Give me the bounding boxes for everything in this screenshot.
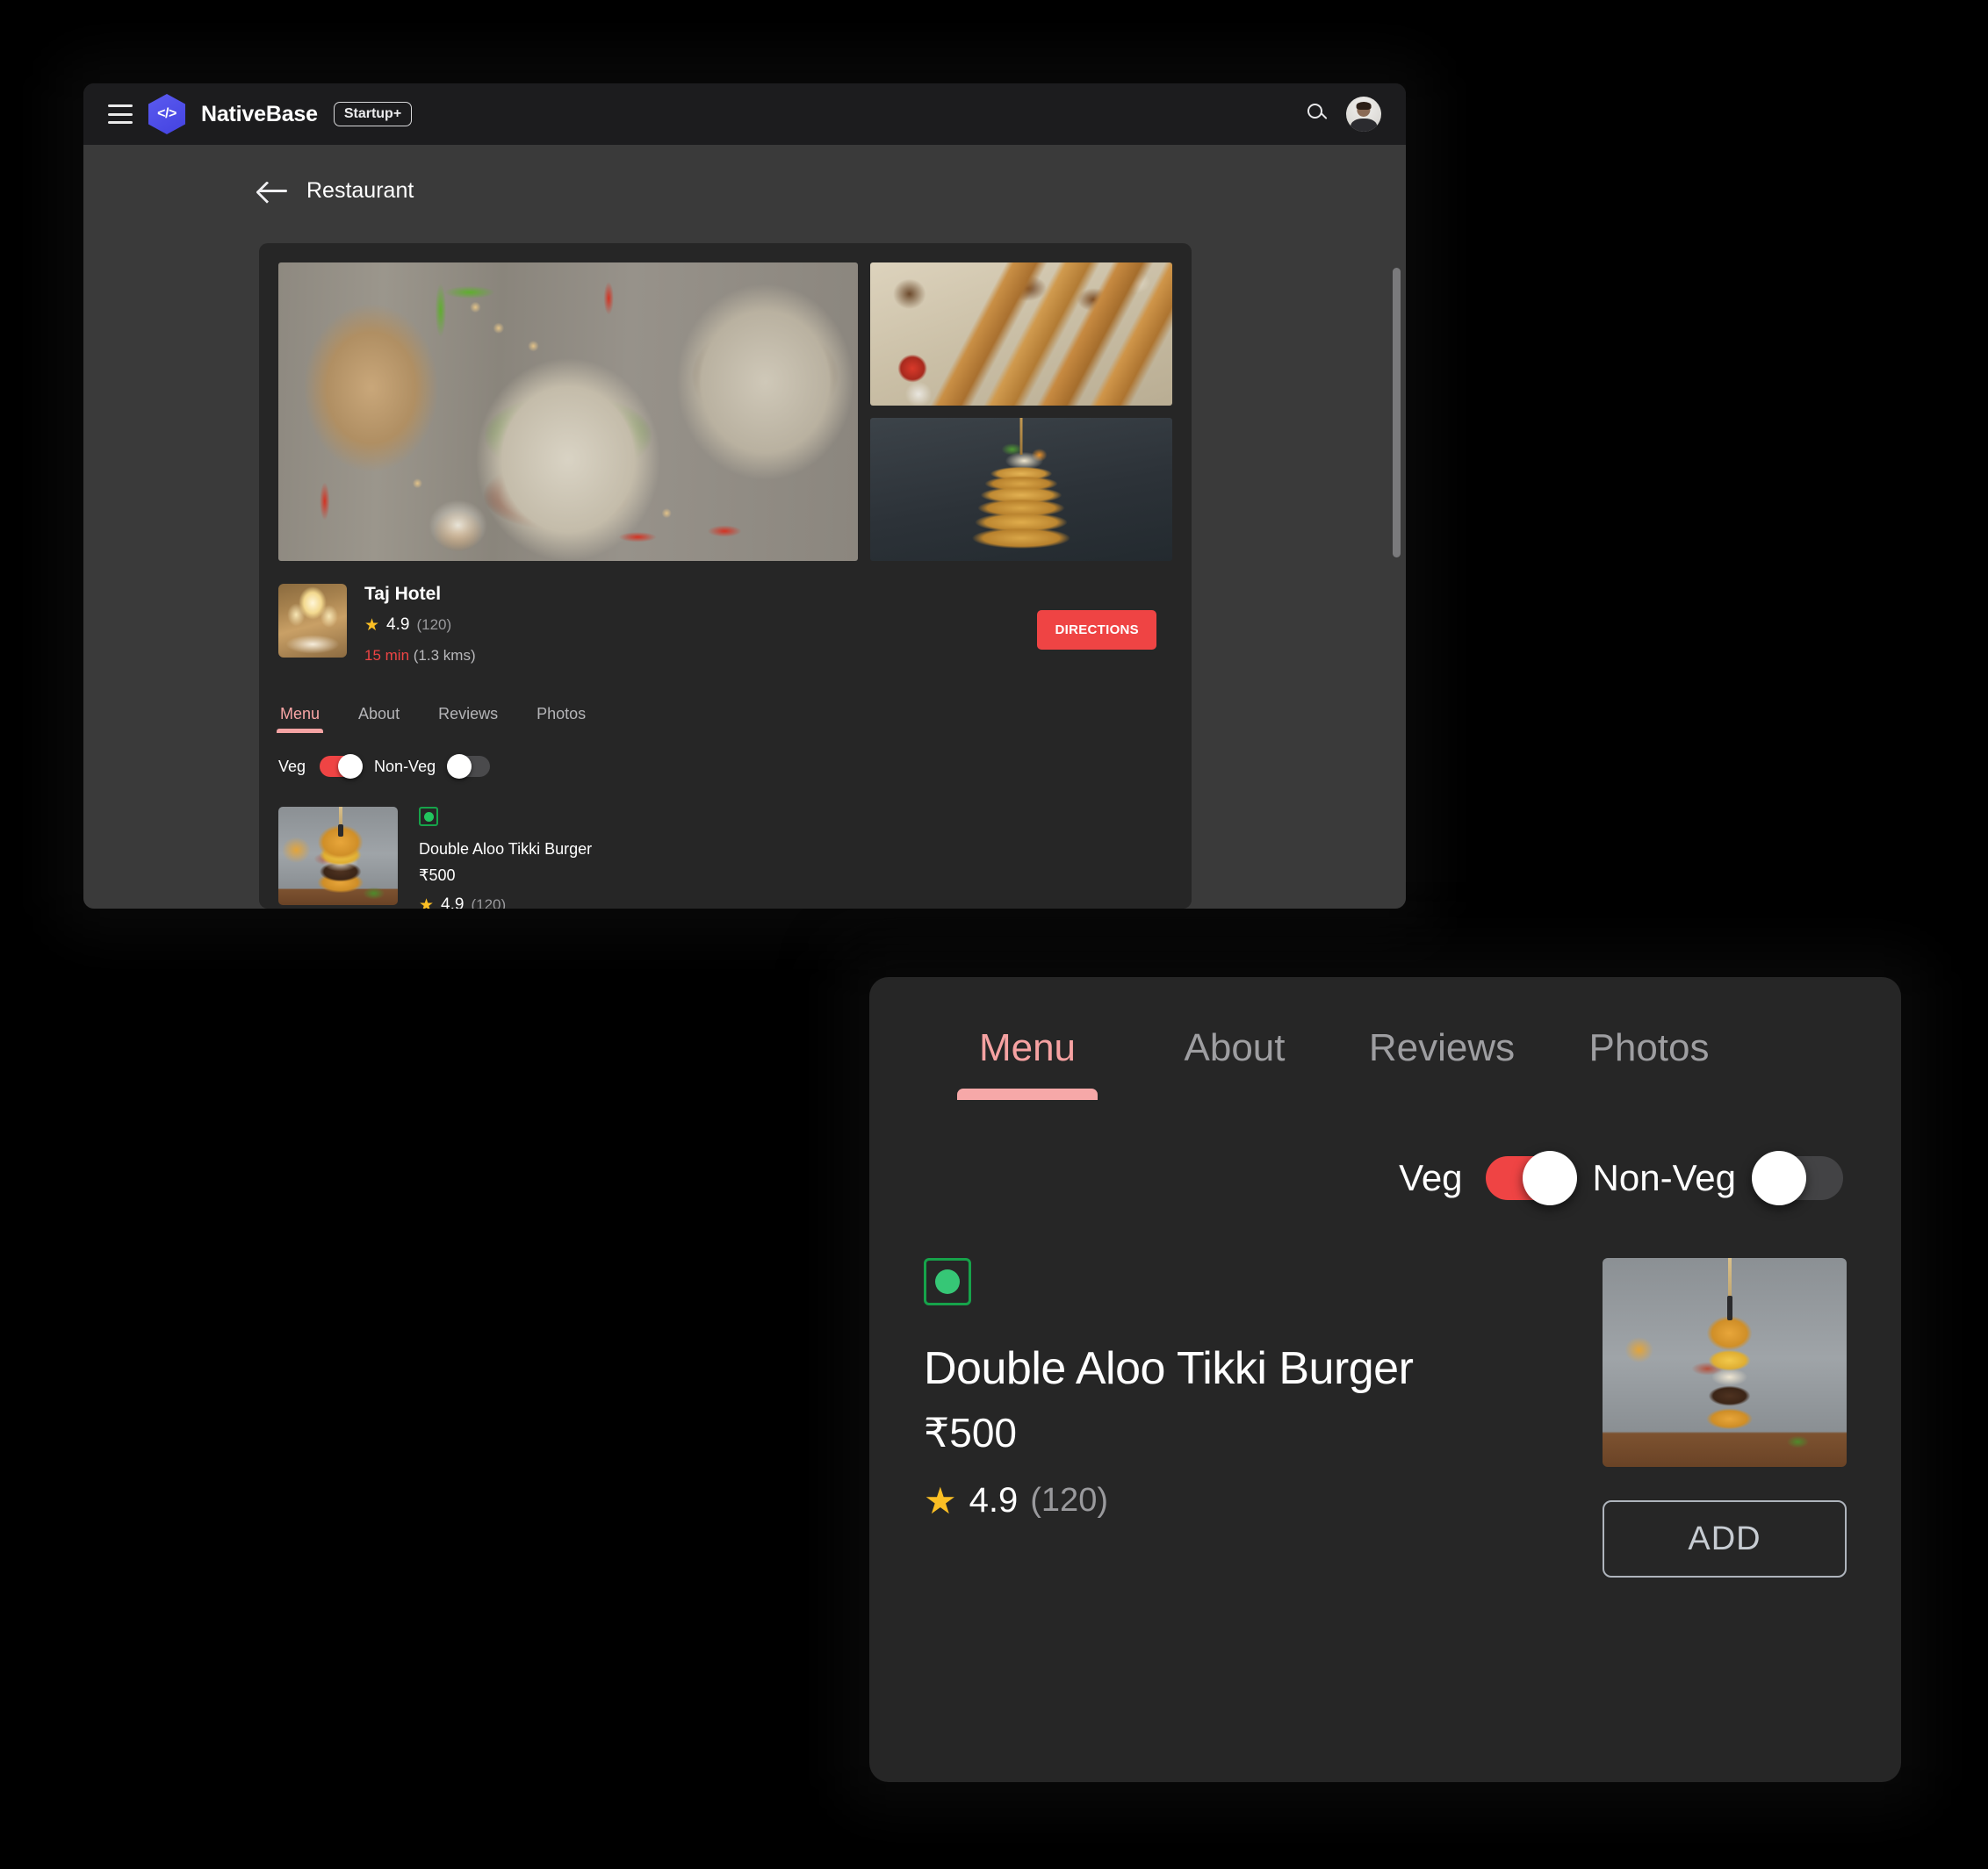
app-topbar: </> NativeBase Startup+ <box>83 83 1406 145</box>
menu-item-rating-count: (120) <box>471 896 507 909</box>
zoom-menu-item-price: ₹500 <box>924 1410 1018 1456</box>
burger-photo[interactable] <box>278 807 398 905</box>
distance-text: (1.3 kms) <box>413 647 476 664</box>
eta-text: 15 min <box>364 647 410 664</box>
vertical-scrollbar[interactable] <box>1393 268 1401 557</box>
restaurant-thumbnail <box>278 584 347 658</box>
menu-item-row: ADD Double Aloo Tikki Burger ₹500 ★ 4.9 … <box>278 807 1172 909</box>
zoom-menu-item-rating: ★ 4.9 (120) <box>924 1481 1567 1520</box>
burger-photo[interactable] <box>1603 1258 1847 1467</box>
tab-bar: Menu About Reviews Photos <box>276 705 1172 733</box>
restaurant-distance: 15 min (1.3 kms) <box>364 647 476 665</box>
zoom-detail-panel: Menu About Reviews Photos Veg Non-Veg Do… <box>869 977 1901 1782</box>
gallery-side-column <box>870 262 1172 561</box>
page-title: Restaurant <box>306 178 414 203</box>
zoom-tab-bar: Menu About Reviews Photos <box>924 1026 1847 1100</box>
menu-item-media: ADD <box>278 807 398 909</box>
rating-count: (120) <box>416 616 452 633</box>
menu-item-name: Double Aloo Tikki Burger <box>419 840 593 858</box>
nonveg-toggle[interactable] <box>447 754 491 779</box>
restaurant-name: Taj Hotel <box>364 584 442 604</box>
zoom-add-button[interactable]: ADD <box>1603 1500 1847 1578</box>
restaurant-rating: ★ 4.9 (120) <box>364 615 476 635</box>
veg-label: Veg <box>278 757 306 775</box>
menu-item-details: Double Aloo Tikki Burger ₹500 ★ 4.9 (120… <box>419 807 592 909</box>
zoom-menu-item-details: Double Aloo Tikki Burger ₹500 ★ 4.9 (120… <box>924 1258 1567 1578</box>
star-icon: ★ <box>419 895 435 909</box>
photo-gallery <box>278 262 1172 561</box>
gallery-image-pancake-stack[interactable] <box>870 418 1172 561</box>
zoom-rating-value: 4.9 <box>969 1481 1019 1520</box>
zoom-nonveg-toggle[interactable] <box>1752 1151 1843 1205</box>
app-window: </> NativeBase Startup+ Restaurant Taj H… <box>83 83 1406 909</box>
zoom-rating-count: (120) <box>1030 1482 1108 1519</box>
code-hex-logo-icon: </> <box>148 94 185 134</box>
tab-menu[interactable]: Menu <box>276 705 324 733</box>
hamburger-icon[interactable] <box>108 104 133 124</box>
tab-about[interactable]: About <box>358 705 400 733</box>
zoom-diet-filters: Veg Non-Veg <box>924 1151 1847 1205</box>
zoom-veg-label: Veg <box>1399 1157 1463 1198</box>
star-icon: ★ <box>924 1479 957 1521</box>
menu-item-price: ₹500 <box>419 866 456 884</box>
search-icon[interactable] <box>1306 102 1330 126</box>
tab-reviews[interactable]: Reviews <box>438 705 498 733</box>
menu-item-rating-value: 4.9 <box>441 895 465 909</box>
breadcrumb: Restaurant <box>83 145 1406 204</box>
restaurant-info: Taj Hotel ★ 4.9 (120) 15 min (1.3 kms) D… <box>278 584 1172 665</box>
screenshot-stage: </> NativeBase Startup+ Restaurant Taj H… <box>0 0 1988 1869</box>
zoom-tab-about[interactable]: About <box>1131 1026 1338 1100</box>
rating-value: 4.9 <box>386 615 410 634</box>
zoom-nonveg-label: Non-Veg <box>1592 1157 1736 1198</box>
star-icon: ★ <box>364 615 380 635</box>
app-viewport: Restaurant Taj Hotel ★ 4.9 (120) 15 min … <box>83 145 1406 909</box>
restaurant-details: Taj Hotel ★ 4.9 (120) 15 min (1.3 kms) <box>364 584 476 665</box>
brand-name: NativeBase <box>201 101 318 126</box>
menu-item-rating: ★ 4.9 (120) <box>419 895 592 909</box>
tab-photos[interactable]: Photos <box>537 705 586 733</box>
gallery-image-plates-of-food[interactable] <box>278 262 858 561</box>
directions-button[interactable]: DIRECTIONS <box>1037 610 1156 650</box>
gallery-image-grilled-chicken[interactable] <box>870 262 1172 406</box>
back-arrow-icon[interactable] <box>259 181 289 202</box>
zoom-veg-toggle[interactable] <box>1485 1151 1577 1205</box>
zoom-tab-menu[interactable]: Menu <box>924 1026 1131 1100</box>
zoom-menu-item-media: ADD <box>1603 1258 1847 1578</box>
plan-badge[interactable]: Startup+ <box>333 102 413 126</box>
veg-toggle[interactable] <box>320 754 364 779</box>
user-avatar[interactable] <box>1346 97 1381 132</box>
diet-filters: Veg Non-Veg <box>278 754 1172 779</box>
zoom-tab-reviews[interactable]: Reviews <box>1338 1026 1545 1100</box>
zoom-menu-item-name: Double Aloo Tikki Burger <box>924 1343 1414 1394</box>
veg-indicator-icon <box>419 807 438 826</box>
nonveg-label: Non-Veg <box>374 757 436 775</box>
zoom-tab-photos[interactable]: Photos <box>1545 1026 1753 1100</box>
zoom-menu-item: Double Aloo Tikki Burger ₹500 ★ 4.9 (120… <box>924 1258 1847 1578</box>
restaurant-card: Taj Hotel ★ 4.9 (120) 15 min (1.3 kms) D… <box>259 243 1192 909</box>
veg-indicator-icon <box>924 1258 971 1305</box>
